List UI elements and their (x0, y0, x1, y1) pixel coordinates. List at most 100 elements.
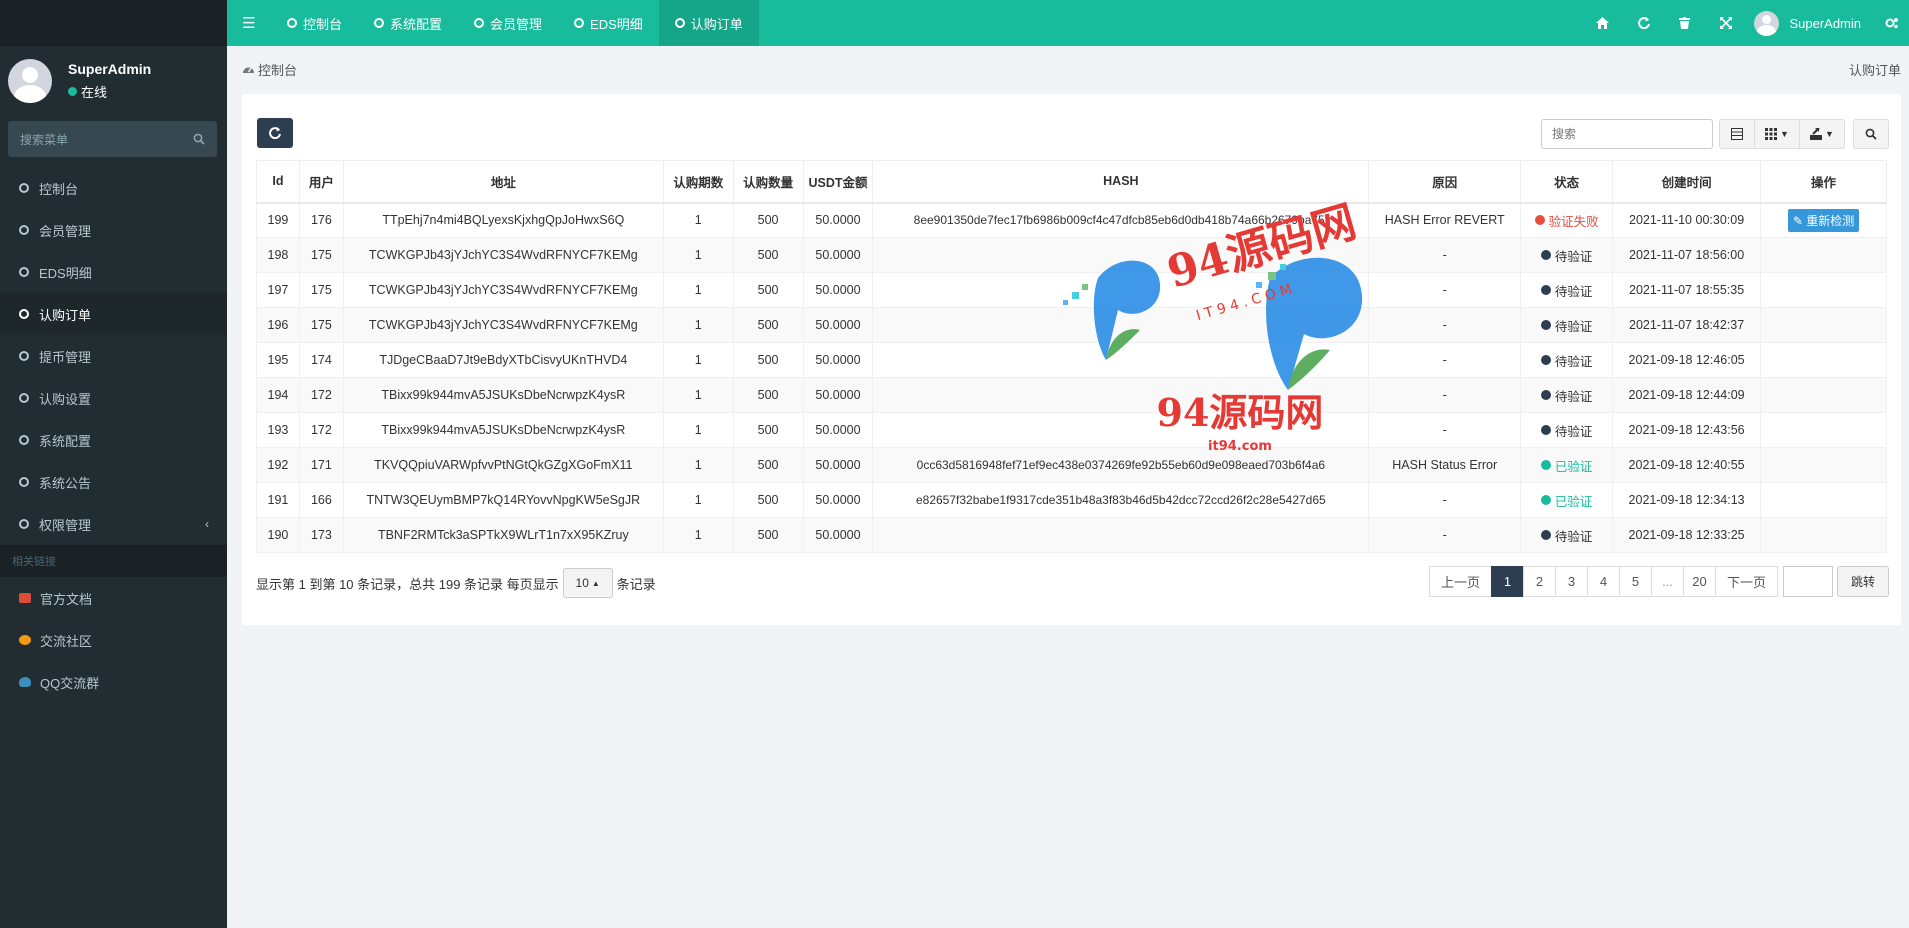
circle-icon (19, 351, 29, 361)
cell-id: 198 (256, 237, 300, 273)
cell-usdt: 50.0000 (802, 482, 874, 518)
sidebar-item-members[interactable]: 会员管理 (0, 209, 227, 251)
cell-reason: - (1368, 377, 1522, 413)
tab-system-config[interactable]: 系统配置 (358, 0, 458, 46)
page-jump-input[interactable] (1783, 566, 1833, 597)
home-icon[interactable] (1582, 0, 1623, 46)
cell-created: 2021-09-18 12:44:09 (1612, 377, 1762, 413)
toggle-view-button[interactable] (1719, 119, 1755, 149)
fullscreen-icon[interactable] (1705, 0, 1746, 46)
col-header-address[interactable]: 地址 (342, 160, 664, 204)
table-row[interactable]: 196 175 TCWKGPJb43jYJchYC3S4WvdRFNYCF7KEMg… (256, 307, 1887, 343)
breadcrumb-home[interactable]: 控制台 (242, 60, 297, 79)
next-page-button[interactable]: 下一页 (1715, 566, 1778, 597)
table-row[interactable]: 191 166 TNTW3QEUymBMP7kQ14RYovvNpgKW5eSgJR… (256, 482, 1887, 518)
cell-usdt: 50.0000 (802, 517, 874, 553)
col-header-period[interactable]: 认购期数 (662, 160, 734, 204)
export-dropdown-button[interactable]: ▼ (1799, 119, 1845, 149)
orders-panel: ▼ ▼ Id 用户 地址 认购期数 认购数量 USDT金额 HASH 原因 状态 (242, 94, 1901, 625)
cell-user: 173 (298, 517, 344, 553)
menu-search-input[interactable]: 搜索菜单 (8, 121, 217, 157)
cell-status: 待验证 (1520, 237, 1614, 273)
table-search-input[interactable] (1541, 119, 1713, 149)
tab-members[interactable]: 会员管理 (458, 0, 558, 46)
status-badge: 已验证 (1540, 456, 1592, 475)
col-header-created[interactable]: 创建时间 (1612, 160, 1762, 204)
cell-addr: TCWKGPJb43jYJchYC3S4WvdRFNYCF7KEMg (342, 272, 664, 308)
gears-icon[interactable] (1875, 0, 1909, 46)
cell-hash: e82657f32babe1f9317cde351b48a3f83b46d5b4… (872, 482, 1370, 518)
cell-actions (1760, 482, 1887, 518)
sidebar-item-orders[interactable]: 认购订单 (0, 293, 227, 335)
cell-addr: TNTW3QEUymBMP7kQ14RYovvNpgKW5eSgJR (342, 482, 664, 518)
page-button[interactable]: 20 (1683, 566, 1716, 597)
refresh-icon[interactable] (1623, 0, 1664, 46)
sidebar-item-permissions[interactable]: 权限管理 ‹ (0, 503, 227, 545)
sidebar-item-subscribe-settings[interactable]: 认购设置 (0, 377, 227, 419)
refresh-button[interactable] (257, 118, 293, 148)
page-jump-button[interactable]: 跳转 (1837, 566, 1889, 597)
col-header-usdt[interactable]: USDT金额 (802, 160, 874, 204)
table-row[interactable]: 198 175 TCWKGPJb43jYJchYC3S4WvdRFNYCF7KEMg… (256, 237, 1887, 273)
col-header-user[interactable]: 用户 (298, 160, 344, 204)
recheck-button[interactable]: ✎ 重新检测 (1787, 208, 1860, 232)
sidebar-item-dashboard[interactable]: 控制台 (0, 167, 227, 209)
page-button[interactable]: 3 (1555, 566, 1588, 597)
sidebar-item-eds[interactable]: EDS明细 (0, 251, 227, 293)
cell-created: 2021-09-18 12:43:56 (1612, 412, 1762, 448)
cell-user: 172 (298, 412, 344, 448)
tab-eds[interactable]: EDS明细 (558, 0, 659, 46)
status-dot-icon (1540, 460, 1551, 470)
sidebar: SuperAdmin 在线 搜索菜单 控制台 会员管理 EDS明细 认购订单 提… (0, 0, 227, 928)
page-button[interactable]: 1 (1491, 566, 1524, 597)
columns-dropdown-button[interactable]: ▼ (1754, 119, 1800, 149)
trash-icon[interactable] (1664, 0, 1705, 46)
status-label: 验证失败 (1548, 214, 1599, 229)
prev-page-button[interactable]: 上一页 (1429, 566, 1492, 597)
page-size-select[interactable]: 10 ▲ (562, 568, 613, 598)
table-row[interactable]: 199 176 TTpEhj7n4mi4BQLyexsKjxhgQpJoHwxS6Q… (256, 202, 1887, 238)
col-header-status[interactable]: 状态 (1520, 160, 1614, 204)
cell-status: 已验证 (1520, 482, 1614, 518)
cell-status: 待验证 (1520, 412, 1614, 448)
advanced-search-button[interactable] (1853, 119, 1889, 149)
page-button[interactable]: 4 (1587, 566, 1620, 597)
page-button[interactable]: 2 (1523, 566, 1556, 597)
sidebar-item-community[interactable]: 交流社区 (0, 619, 227, 661)
status-dot-icon (1540, 320, 1551, 330)
col-header-id[interactable]: Id (256, 160, 300, 204)
breadcrumb-current: 认购订单 (1848, 62, 1901, 78)
menu-toggle-icon[interactable]: ☰ (227, 0, 271, 46)
sidebar-item-announcements[interactable]: 系统公告 (0, 461, 227, 503)
cell-period: 1 (662, 307, 734, 343)
sidebar-item-withdraw[interactable]: 提币管理 (0, 335, 227, 377)
sidebar-item-qq-group[interactable]: QQ交流群 (0, 661, 227, 703)
table-header-row: Id 用户 地址 认购期数 认购数量 USDT金额 HASH 原因 状态 创建时… (256, 160, 1887, 204)
col-header-hash[interactable]: HASH (872, 160, 1370, 204)
sidebar-item-docs[interactable]: 官方文档 (0, 577, 227, 619)
table-row[interactable]: 195 174 TJDgeCBaaD7Jt9eBdyXTbCisvyUKnTHVD4… (256, 342, 1887, 378)
cell-hash (872, 307, 1370, 343)
table-row[interactable]: 192 171 TKVQQpiuVARWpfvvPtNGtQkGZgXGoFmX11… (256, 447, 1887, 483)
tab-orders[interactable]: 认购订单 (658, 0, 759, 46)
table-row[interactable]: 197 175 TCWKGPJb43jYJchYC3S4WvdRFNYCF7KEMg… (256, 272, 1887, 308)
circle-icon (574, 18, 585, 28)
circle-icon (19, 183, 29, 193)
cell-user: 176 (298, 202, 344, 238)
page-button[interactable]: 5 (1619, 566, 1652, 597)
tab-dashboard[interactable]: 控制台 (271, 0, 358, 46)
nav-user-menu[interactable]: SuperAdmin (1746, 0, 1875, 46)
cell-actions (1760, 412, 1887, 448)
col-header-quantity[interactable]: 认购数量 (732, 160, 804, 204)
table-row[interactable]: 190 173 TBNF2RMTck3aSPTkX9WLrT1n7xX95KZruy… (256, 517, 1887, 553)
cell-reason: HASH Error REVERT (1368, 202, 1522, 238)
table-row[interactable]: 194 172 TBixx99k944mvA5JSUKsDbeNcrwpzK4ysR… (256, 377, 1887, 413)
table-row[interactable]: 193 172 TBixx99k944mvA5JSUKsDbeNcrwpzK4ysR… (256, 412, 1887, 448)
menu-section-header: 相关链接 (0, 545, 227, 577)
col-header-reason[interactable]: 原因 (1368, 160, 1522, 204)
search-icon (193, 133, 205, 145)
cell-hash (872, 342, 1370, 378)
status-badge: 待验证 (1540, 351, 1592, 370)
cell-qty: 500 (732, 202, 804, 238)
sidebar-item-system-config[interactable]: 系统配置 (0, 419, 227, 461)
